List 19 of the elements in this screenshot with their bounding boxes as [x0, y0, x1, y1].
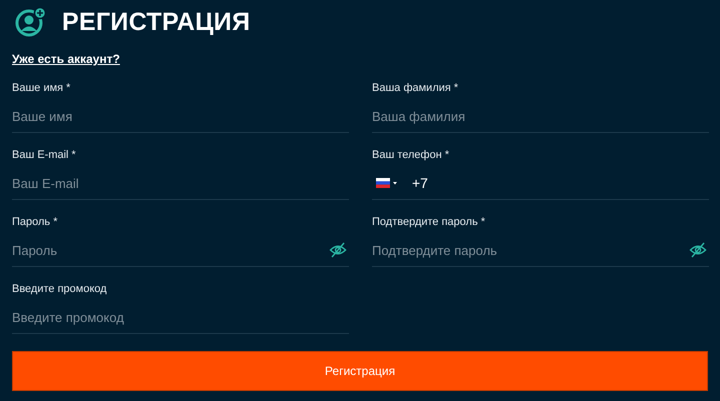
- field-label: Ваш телефон *: [372, 149, 450, 163]
- phone-input[interactable]: +7: [412, 175, 428, 191]
- input-field[interactable]: Ваша фамилия: [372, 108, 709, 124]
- user-add-icon: [14, 7, 48, 37]
- login-link[interactable]: Уже есть аккаунт?: [12, 52, 120, 66]
- password-field[interactable]: Пароль: [12, 242, 329, 258]
- page-title: РЕГИСТРАЦИЯ: [62, 8, 250, 36]
- field-label: Введите промокод: [12, 283, 108, 297]
- field-label: Пароль *: [12, 216, 59, 230]
- field-label: Ваша фамилия *: [372, 82, 460, 96]
- input-field[interactable]: Ваш E-mail: [12, 176, 349, 190]
- field-label: Подтвердите пароль *: [372, 216, 486, 230]
- password-field[interactable]: Подтвердите пароль: [372, 242, 689, 258]
- hidden-eye-icon[interactable]: [689, 241, 707, 259]
- hidden-eye-icon[interactable]: [329, 241, 347, 259]
- field-label: Ваше имя *: [12, 82, 72, 96]
- field-label: Ваш E-mail *: [12, 149, 77, 163]
- input-field[interactable]: Введите промокод: [12, 310, 349, 324]
- input-field[interactable]: Ваше имя: [12, 108, 349, 124]
